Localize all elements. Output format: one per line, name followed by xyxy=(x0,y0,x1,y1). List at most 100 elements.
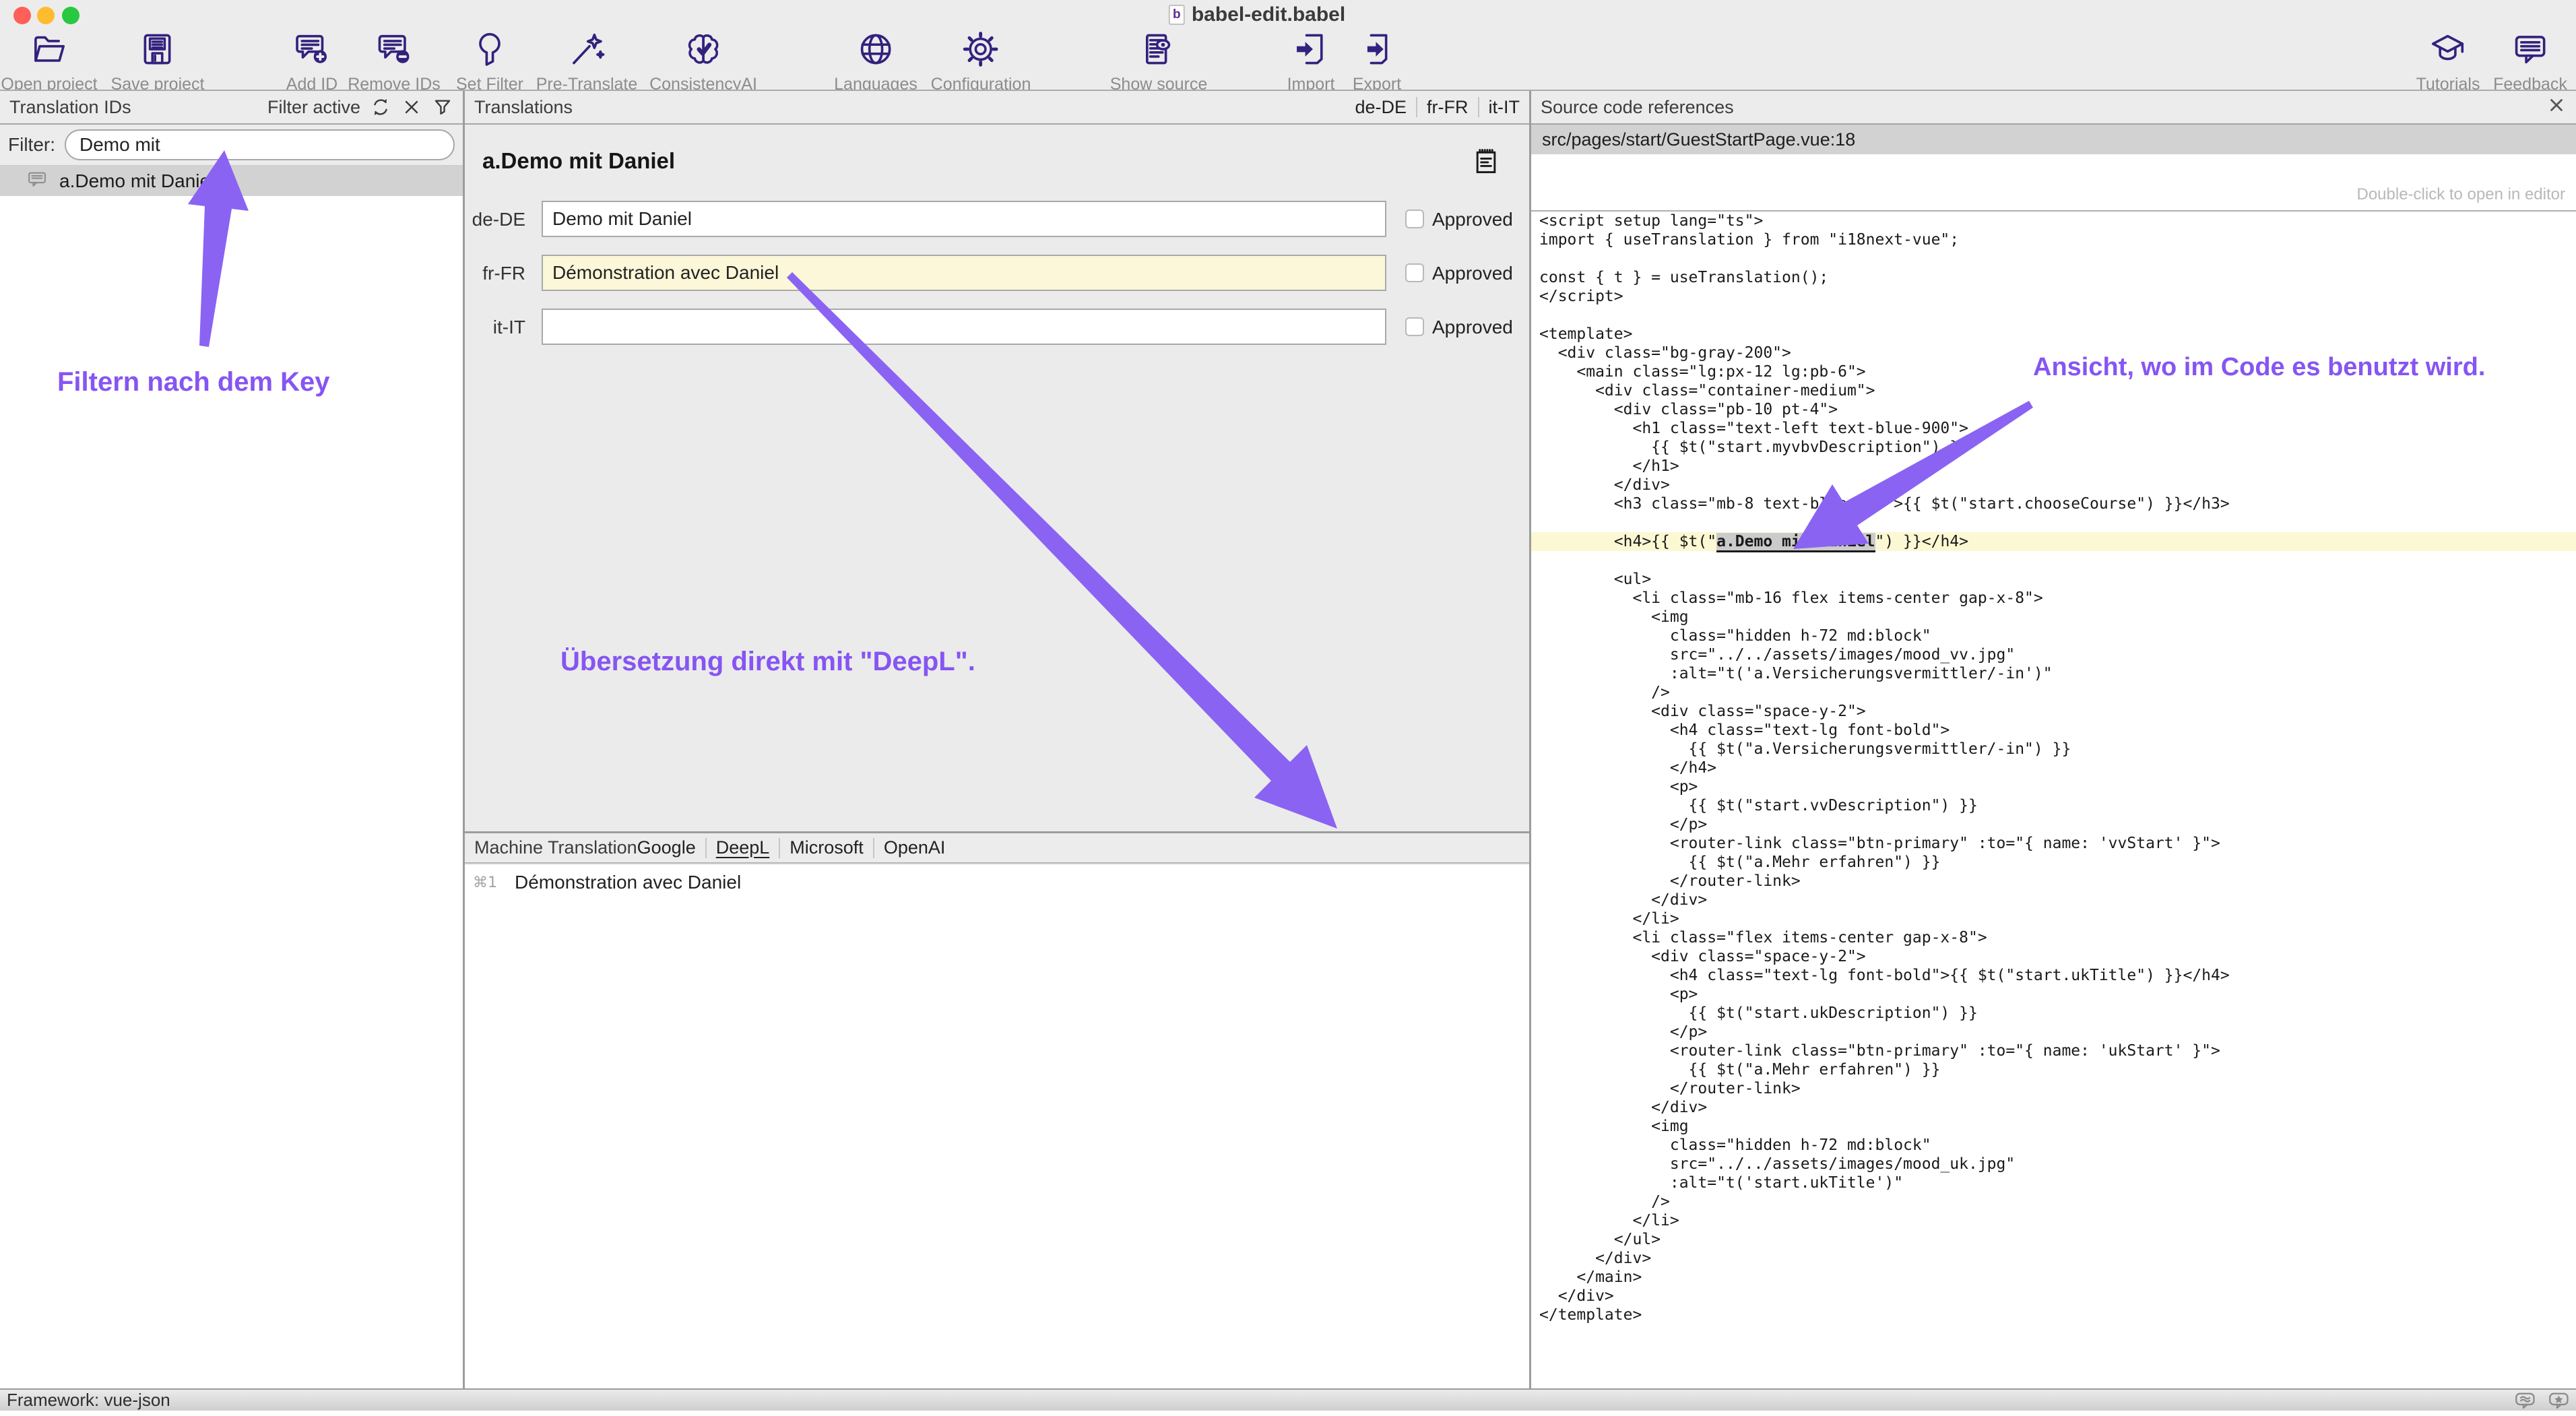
code-line: class="hidden h-72 md:block" xyxy=(1531,1136,2576,1155)
machine-translation-body xyxy=(465,865,1529,1388)
code-line: <h4 class="text-lg font-bold">{{ $t("sta… xyxy=(1531,966,2576,985)
code-line: </div> xyxy=(1531,476,2576,494)
code-line: <router-link class="btn-primary" :to="{ … xyxy=(1531,834,2576,853)
approved-label: Approved xyxy=(1432,317,1513,338)
save-project-button[interactable]: Save project xyxy=(111,30,205,94)
configuration-button[interactable]: Configuration xyxy=(931,30,1031,94)
approved-label: Approved xyxy=(1432,209,1513,230)
filter-label: Filter: xyxy=(8,134,55,156)
window-zoom-button[interactable] xyxy=(62,7,79,24)
code-line: <p> xyxy=(1531,985,2576,1004)
code-line: /> xyxy=(1531,683,2576,702)
code-line: src="../../assets/images/mood_uk.jpg" xyxy=(1531,1155,2576,1173)
code-line: <template> xyxy=(1531,325,2576,344)
code-line: <li class="flex items-center gap-x-8"> xyxy=(1531,928,2576,947)
favorites-icon[interactable] xyxy=(2548,1391,2571,1416)
tutorials-button[interactable]: Tutorials xyxy=(2416,30,2480,94)
approved-checkbox-fr[interactable] xyxy=(1405,263,1424,282)
code-line: </ul> xyxy=(1531,1230,2576,1249)
code-line: </h4> xyxy=(1531,759,2576,777)
approved-checkbox-it[interactable] xyxy=(1405,317,1424,336)
code-listing[interactable]: <script setup lang="ts">import { useTran… xyxy=(1531,212,2576,1388)
languages-button[interactable]: Languages xyxy=(834,30,917,94)
provider-microsoft[interactable]: Microsoft xyxy=(790,837,864,858)
translation-input-fr[interactable] xyxy=(542,255,1386,291)
window-minimize-button[interactable] xyxy=(37,7,55,24)
code-line: </li> xyxy=(1531,909,2576,928)
translation-ids-header: Translation IDs Filter active xyxy=(0,91,463,125)
approved-checkbox-de[interactable] xyxy=(1405,210,1424,228)
clear-filter-icon[interactable] xyxy=(401,96,422,118)
provider-deepl[interactable]: DeepL xyxy=(716,837,770,858)
code-line xyxy=(1531,551,2576,570)
mt-suggestion-row[interactable]: ⌘1 Démonstration avec Daniel xyxy=(465,869,1529,896)
set-filter-button[interactable]: Set Filter xyxy=(456,30,523,94)
tab-it-IT[interactable]: it-IT xyxy=(1489,97,1520,118)
approved-label: Approved xyxy=(1432,263,1513,284)
translation-id-item[interactable]: a.Demo mit Daniel xyxy=(0,166,463,196)
code-line: </p> xyxy=(1531,1023,2576,1041)
code-line: <li class="mb-16 flex items-center gap-x… xyxy=(1531,589,2576,608)
language-label: fr-FR xyxy=(470,263,525,284)
tab-de-DE[interactable]: de-DE xyxy=(1355,97,1407,118)
panel-title: Translation IDs xyxy=(9,97,131,118)
provider-openai[interactable]: OpenAI xyxy=(884,837,946,858)
translation-input-it[interactable] xyxy=(542,309,1386,345)
bubble-plus-icon xyxy=(292,30,331,72)
tab-fr-FR[interactable]: fr-FR xyxy=(1427,97,1468,118)
code-line: </template> xyxy=(1531,1306,2576,1324)
code-line xyxy=(1531,306,2576,325)
source-references-header: Source code references xyxy=(1531,91,2576,125)
code-line: <h4 class="text-lg font-bold"> xyxy=(1531,721,2576,740)
show-source-button[interactable]: Show source xyxy=(1110,30,1208,94)
translation-memory-icon[interactable] xyxy=(2514,1391,2537,1416)
code-line: :alt="t('a.Versicherungsvermittler/-in')… xyxy=(1531,664,2576,683)
provider-google[interactable]: Google xyxy=(637,837,696,858)
translations-header: Translations de-DE fr-FR it-IT xyxy=(465,91,1529,125)
code-line: <script setup lang="ts"> xyxy=(1531,212,2576,230)
code-line: <img xyxy=(1531,608,2576,626)
translation-row-it: it-IT Approved xyxy=(465,309,1529,345)
export-button[interactable]: Export xyxy=(1353,30,1401,94)
filter-input[interactable] xyxy=(65,129,455,160)
feedback-button[interactable]: Feedback xyxy=(2493,30,2567,94)
panel-title: Machine Translation xyxy=(474,837,637,858)
pre-translate-button[interactable]: Pre-Translate xyxy=(536,30,638,94)
folder-open-icon xyxy=(30,30,69,72)
notepad-icon[interactable] xyxy=(1471,146,1501,177)
translation-key-heading: a.Demo mit Daniel xyxy=(482,148,675,174)
code-line: </router-link> xyxy=(1531,872,2576,891)
add-id-button[interactable]: Add ID xyxy=(286,30,337,94)
bubble-minus-icon xyxy=(375,30,414,72)
remove-ids-button[interactable]: Remove IDs xyxy=(348,30,441,94)
code-line: import { useTranslation } from "i18next-… xyxy=(1531,230,2576,249)
close-icon[interactable] xyxy=(2546,95,2567,120)
file-reference-bar[interactable]: src/pages/start/GuestStartPage.vue:18 xyxy=(1531,125,2576,154)
code-line: {{ $t("a.Versicherungsvermittler/-in") }… xyxy=(1531,740,2576,759)
code-line: src="../../assets/images/mood_vv.jpg" xyxy=(1531,645,2576,664)
refresh-icon[interactable] xyxy=(370,96,391,118)
translation-row-de: de-DE Approved xyxy=(465,201,1529,237)
open-project-button[interactable]: Open project xyxy=(1,30,97,94)
code-line: :alt="t('start.ukTitle')" xyxy=(1531,1173,2576,1192)
translation-ids-panel: Translation IDs Filter active Filter: a.… xyxy=(0,91,465,1388)
filter-row: Filter: xyxy=(0,125,463,166)
source-references-panel: Source code references src/pages/start/G… xyxy=(1531,91,2576,1388)
code-line: <div class="space-y-2"> xyxy=(1531,702,2576,721)
language-label: de-DE xyxy=(470,209,525,230)
import-button[interactable]: Import xyxy=(1287,30,1335,94)
annotation-code-note: Ansicht, wo im Code es benutzt wird. xyxy=(2033,353,2485,382)
highlighted-translation-key[interactable]: a.Demo mit Daniel xyxy=(1716,533,1875,552)
consistency-ai-button[interactable]: ConsistencyAI xyxy=(649,30,757,94)
code-line: </div> xyxy=(1531,1287,2576,1306)
annotation-deepl-note: Übersetzung direkt mit "DeepL". xyxy=(560,647,975,677)
code-line: </div> xyxy=(1531,1249,2576,1268)
gear-icon xyxy=(961,30,1000,72)
translation-input-de[interactable] xyxy=(542,201,1386,237)
filter-funnel-icon[interactable] xyxy=(432,96,453,118)
filter-status-label: Filter active xyxy=(267,97,360,118)
window-close-button[interactable] xyxy=(13,7,31,24)
shortcut-badge: ⌘1 xyxy=(473,874,497,891)
comment-bubble-icon xyxy=(26,169,49,194)
code-line: {{ $t("start.vvDescription") }} xyxy=(1531,796,2576,815)
